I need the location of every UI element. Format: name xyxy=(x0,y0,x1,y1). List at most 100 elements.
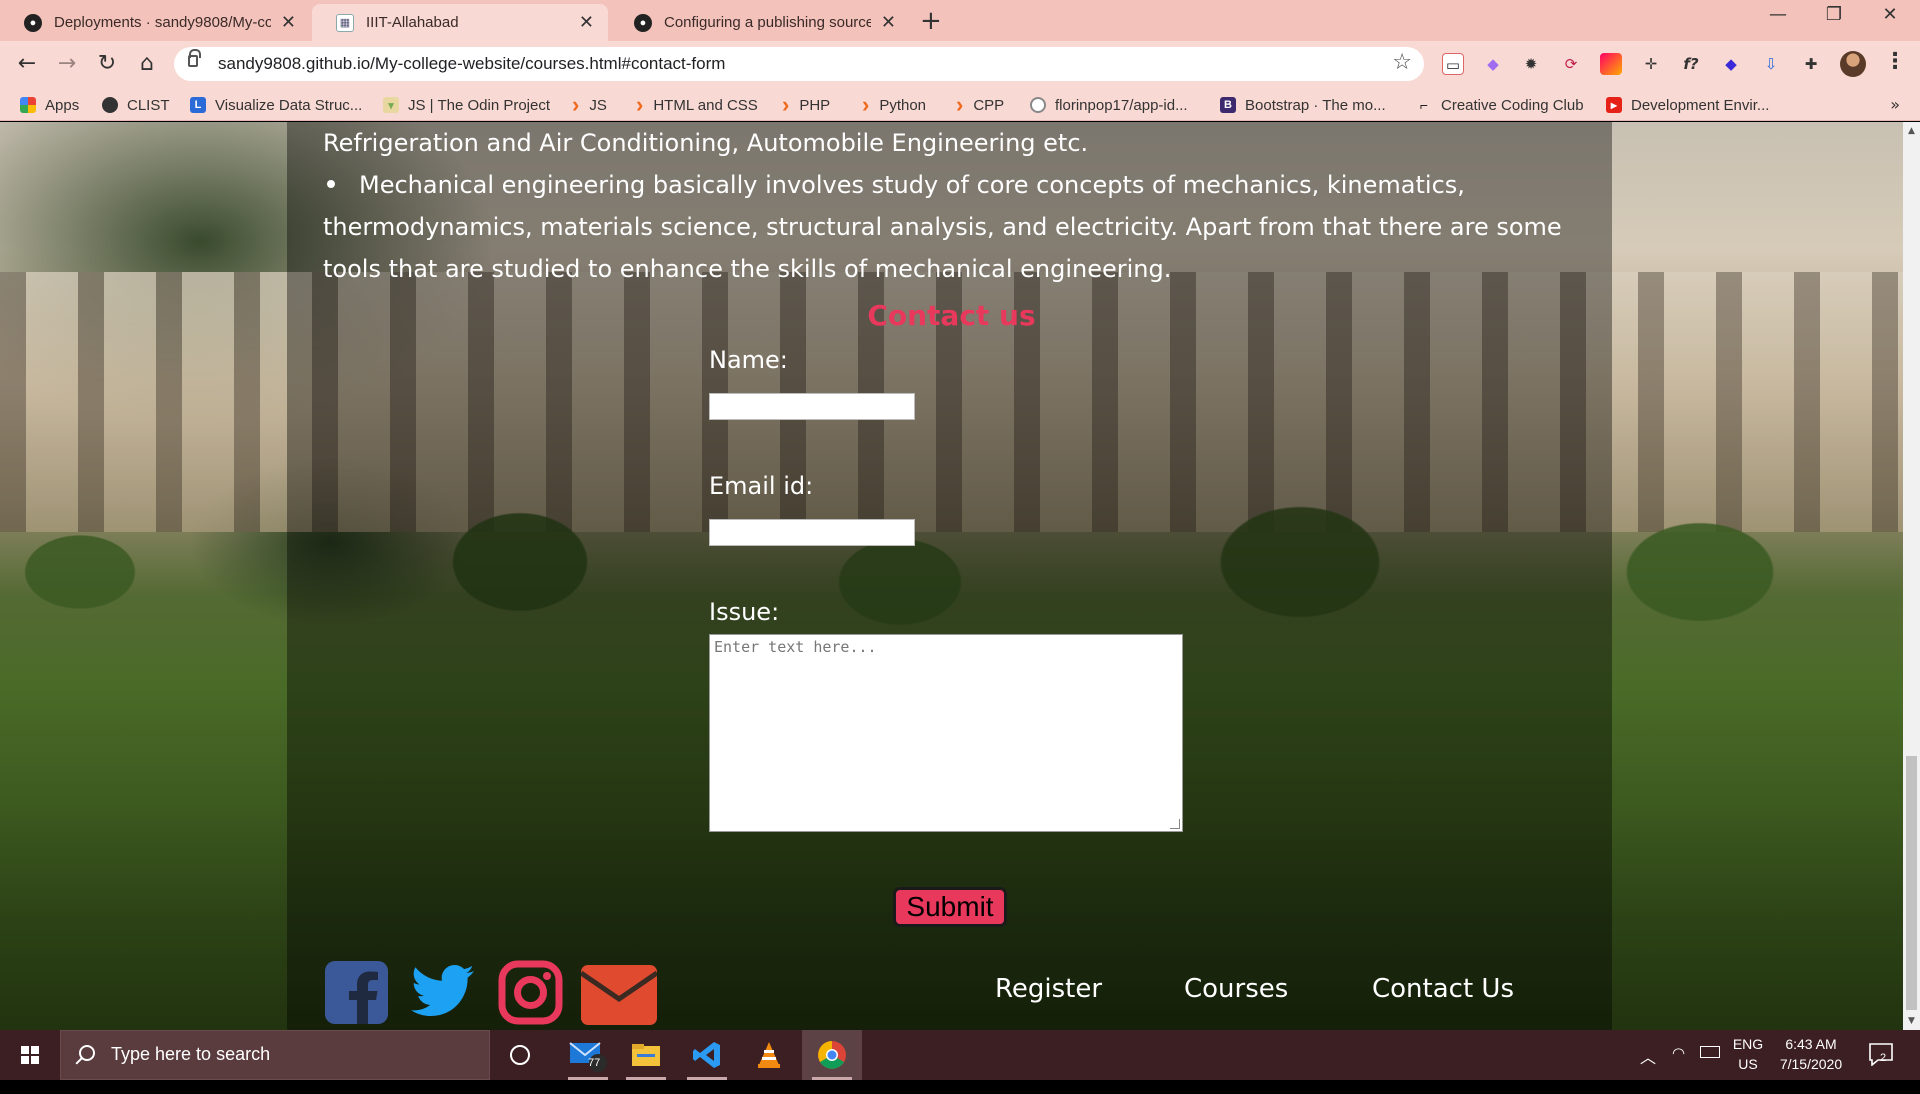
issue-textarea[interactable]: Enter text here... xyxy=(709,634,1183,832)
bookmark-folder-js[interactable]: › JS xyxy=(572,92,607,117)
bookmarks-bar: Apps CLIST L Visualize Data Struc... ▾ J… xyxy=(0,87,1920,121)
course-description: Refrigeration and Air Conditioning, Auto… xyxy=(323,122,1583,290)
github-icon: ● xyxy=(24,13,42,32)
lock-icon xyxy=(188,49,201,67)
puzzle-icon[interactable]: ✚ xyxy=(1800,53,1822,75)
new-tab-icon[interactable]: + xyxy=(920,6,942,36)
tab-iiit-allahabad[interactable]: ▦ IIIT-Allahabad ✕ xyxy=(312,4,608,41)
cortana-icon[interactable] xyxy=(490,1030,550,1080)
mail-icon[interactable] xyxy=(579,965,659,1029)
footer-link-courses[interactable]: Courses xyxy=(1184,974,1288,1004)
extension-icon[interactable]: ◆ xyxy=(1720,53,1742,75)
extension-icon[interactable] xyxy=(1600,53,1622,75)
clock[interactable]: 6:43 AM 7/15/2020 xyxy=(1772,1036,1850,1086)
tab-configuring-publishing[interactable]: ● Configuring a publishing source ✕ xyxy=(610,4,910,41)
search-icon xyxy=(79,1045,95,1061)
reload-icon[interactable]: ↻ xyxy=(92,49,122,79)
windows-start-button[interactable] xyxy=(0,1030,60,1080)
instagram-icon[interactable] xyxy=(498,960,563,1029)
close-icon[interactable]: ✕ xyxy=(281,12,296,33)
file-explorer-icon[interactable] xyxy=(616,1030,676,1080)
tab-title: IIIT-Allahabad xyxy=(366,14,459,31)
twitter-icon[interactable] xyxy=(410,964,476,1026)
notifications-icon[interactable]: 2 xyxy=(1866,1042,1896,1092)
bookmark-folder-html-css[interactable]: › HTML and CSS xyxy=(636,92,758,117)
restore-icon[interactable]: ❐ xyxy=(1806,4,1862,25)
scrollbar-thumb[interactable] xyxy=(1906,756,1917,1010)
chevron-up-icon[interactable]: ︿ xyxy=(1640,1044,1656,1094)
bookmark-bootstrap[interactable]: B Bootstrap · The mo... xyxy=(1220,95,1386,115)
bookmark-label: CPP xyxy=(973,96,1005,114)
bookmark-clist[interactable]: CLIST xyxy=(102,95,170,115)
facebook-icon[interactable] xyxy=(324,960,389,1029)
bookmark-label: JS xyxy=(589,96,607,114)
bullet-dot xyxy=(327,180,335,188)
footer-link-register[interactable]: Register xyxy=(995,974,1102,1004)
bookmark-odin[interactable]: ▾ JS | The Odin Project xyxy=(383,95,550,115)
bookmark-star-icon[interactable]: ☆ xyxy=(1392,50,1412,75)
odin-icon: ▾ xyxy=(383,97,399,113)
folder-chevron-icon: › xyxy=(782,92,790,117)
clist-icon xyxy=(102,97,118,113)
url-text: sandy9808.github.io/My-college-website/c… xyxy=(218,54,726,73)
vscode-icon[interactable] xyxy=(677,1030,737,1080)
footer-link-contact-us[interactable]: Contact Us xyxy=(1372,974,1514,1004)
scroll-down-icon[interactable]: ▼ xyxy=(1903,1016,1920,1026)
function-icon[interactable]: f? xyxy=(1680,53,1702,75)
battery-icon[interactable] xyxy=(1700,1046,1720,1058)
extension-icon[interactable]: ⇩ xyxy=(1760,53,1782,75)
clock-time: 6:43 AM xyxy=(1785,1036,1837,1052)
youtube-icon: ▶ xyxy=(1606,97,1622,113)
apps-grid-icon xyxy=(20,97,36,113)
language-indicator[interactable]: ENG US xyxy=(1728,1036,1768,1086)
tab-title: Configuring a publishing source xyxy=(664,14,871,31)
email-field[interactable] xyxy=(709,519,915,546)
bookmark-folder-cpp[interactable]: › CPP xyxy=(956,92,1005,117)
address-bar[interactable]: sandy9808.github.io/My-college-website/c… xyxy=(174,47,1424,81)
minimize-icon[interactable]: — xyxy=(1750,4,1806,25)
bookmark-label: PHP xyxy=(799,96,831,114)
bookmark-visualize[interactable]: L Visualize Data Struc... xyxy=(190,95,362,115)
bullet-text: Mechanical engineering basically involve… xyxy=(323,171,1562,283)
extension-icon[interactable]: ▭ xyxy=(1442,53,1464,75)
forward-icon[interactable]: → xyxy=(52,49,82,79)
back-icon[interactable]: ← xyxy=(12,49,42,79)
bookmark-apps[interactable]: Apps xyxy=(20,95,79,115)
submit-button[interactable]: Submit xyxy=(893,887,1007,927)
mail-app-icon[interactable]: 77 xyxy=(558,1030,618,1080)
bookmark-creative-coding[interactable]: ⌐ Creative Coding Club xyxy=(1416,95,1584,115)
chrome-icon[interactable] xyxy=(802,1030,862,1080)
extension-icon[interactable]: ◆ xyxy=(1482,53,1504,75)
scroll-up-icon[interactable]: ▲ xyxy=(1903,126,1920,136)
close-icon[interactable]: ✕ xyxy=(881,12,896,33)
close-icon[interactable]: ✕ xyxy=(579,12,594,33)
bookmark-label: Apps xyxy=(45,96,80,114)
name-field[interactable] xyxy=(709,393,915,420)
site-icon: ▦ xyxy=(336,13,354,32)
bookmark-folder-php[interactable]: › PHP xyxy=(782,92,831,117)
tab-deployments[interactable]: ● Deployments · sandy9808/My-co ✕ xyxy=(0,4,310,41)
page-scrollbar[interactable]: ▲ ▼ xyxy=(1903,122,1920,1030)
extension-icon[interactable]: ⟳ xyxy=(1560,53,1582,75)
bookmark-label: Bootstrap · The mo... xyxy=(1245,96,1386,114)
folder-chevron-icon: › xyxy=(636,92,644,117)
vlc-icon[interactable] xyxy=(739,1030,799,1080)
bookmark-folder-python[interactable]: › Python xyxy=(862,94,926,116)
close-window-icon[interactable]: ✕ xyxy=(1862,4,1918,25)
folder-chevron-icon: › xyxy=(572,92,580,117)
resize-grip-icon[interactable] xyxy=(1170,819,1180,829)
wifi-icon[interactable]: ◠ xyxy=(1672,1044,1685,1094)
bookmark-development-env[interactable]: ▶ Development Envir... xyxy=(1606,95,1769,115)
avatar[interactable] xyxy=(1840,51,1866,77)
bookmarks-overflow-icon[interactable]: » xyxy=(1890,95,1900,114)
bookmark-florinpop[interactable]: florinpop17/app-id... xyxy=(1030,95,1188,115)
menu-dots-icon[interactable]: ⋮ xyxy=(1884,49,1906,74)
taskbar-search-box[interactable]: Type here to search xyxy=(60,1030,490,1080)
page-viewport: Refrigeration and Air Conditioning, Auto… xyxy=(0,122,1903,1030)
bug-icon[interactable]: ✹ xyxy=(1520,53,1542,75)
home-icon[interactable]: ⌂ xyxy=(132,49,162,79)
description-text: Refrigeration and Air Conditioning, Auto… xyxy=(323,129,1089,157)
crosshair-icon[interactable]: ✛ xyxy=(1640,53,1662,75)
folder-chevron-icon: › xyxy=(956,92,964,117)
github-icon xyxy=(1030,97,1046,113)
